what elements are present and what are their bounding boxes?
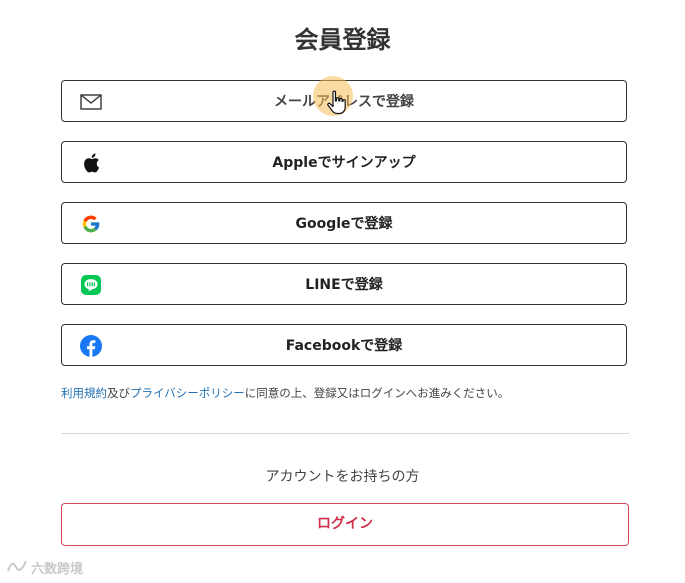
terms-and-text: 及び: [107, 386, 130, 400]
signup-facebook-button[interactable]: Facebookで登録: [61, 324, 627, 366]
signup-line-label: LINEで登録: [305, 277, 383, 293]
login-button-label: ログイン: [317, 516, 373, 532]
page-title: 会員登録: [294, 26, 391, 54]
signup-google-label: Googleで登録: [295, 216, 393, 232]
have-account-prompt: アカウントをお持ちの方: [265, 469, 420, 485]
signup-apple-label: Appleでサインアップ: [272, 155, 416, 171]
watermark-logo-icon: [6, 559, 28, 577]
login-button[interactable]: ログイン: [61, 503, 629, 546]
watermark: 六数跨境: [6, 558, 83, 577]
signup-apple-button[interactable]: Appleでサインアップ: [61, 141, 627, 183]
signup-google-button[interactable]: Googleで登録: [61, 202, 627, 244]
hand-cursor-icon: [326, 90, 348, 116]
terms-of-service-link[interactable]: 利用規約: [61, 386, 107, 400]
terms-rest-text: に同意の上、登録又はログインへお進みください。: [244, 386, 510, 400]
divider: [61, 433, 629, 434]
signup-line-button[interactable]: LINEで登録: [61, 263, 627, 305]
watermark-text: 六数跨境: [31, 562, 84, 577]
privacy-policy-link[interactable]: プライバシーポリシー: [130, 386, 245, 400]
signup-facebook-label: Facebookで登録: [285, 338, 403, 354]
terms-notice: 利用規約及びプライバシーポリシーに同意の上、登録又はログインへお進みください。: [61, 385, 509, 401]
